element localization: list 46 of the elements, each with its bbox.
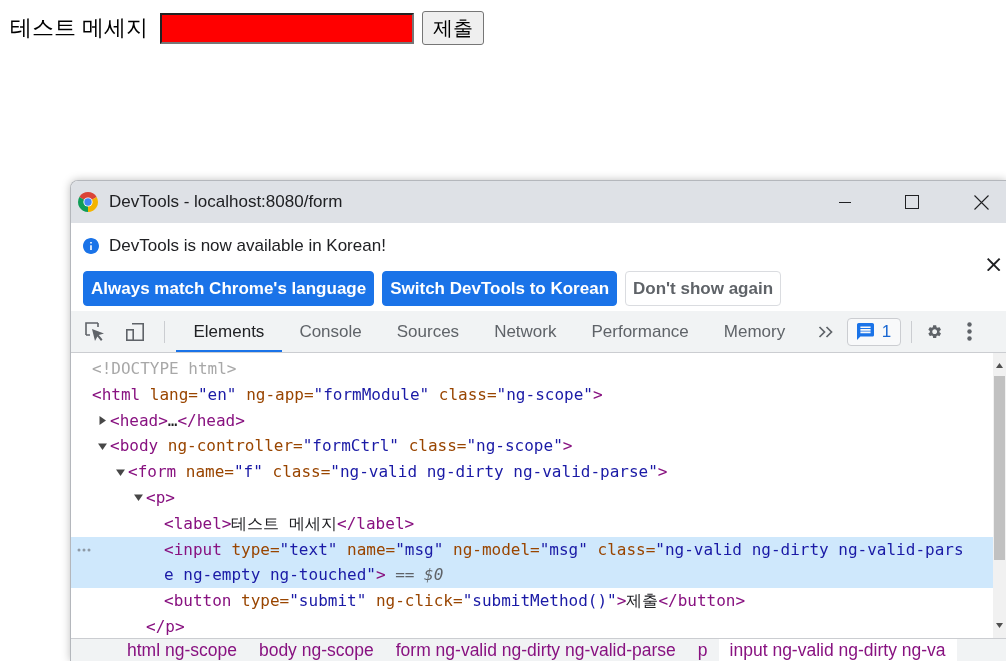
panel-tab[interactable]: Console — [281, 311, 380, 352]
panel-tab[interactable]: Elements — [176, 311, 282, 352]
device-icon — [125, 321, 145, 342]
breadcrumb[interactable]: body ng-scope — [247, 639, 385, 661]
breadcrumb[interactable]: p — [686, 639, 719, 661]
scrollbar-drawing[interactable] — [993, 353, 1006, 638]
breadcrumb[interactable]: form ng-valid ng-dirty ng-valid-parse — [384, 639, 687, 661]
dom-node[interactable]: <html lang="en" ng-app="formModule" class="ng-scope"> — [71, 381, 993, 408]
breadcrumb[interactable]: input ng-valid ng-dirty ng-va — [718, 639, 957, 661]
maximize-icon — [905, 195, 919, 209]
cursor-icon — [85, 321, 105, 342]
submit-button[interactable]: 제출 — [422, 11, 485, 45]
panel-tab[interactable]: Network — [476, 311, 574, 352]
close-icon — [987, 257, 1001, 272]
dom-node[interactable]: <body ng-controller="formCtrl" class="ng-scope"> — [71, 433, 993, 460]
menu-icon — [966, 322, 972, 341]
dom-node[interactable]: <button type="submit" ng-click="submitMethod()">제출</button> — [71, 588, 993, 614]
minimize-icon — [839, 201, 851, 203]
language-button[interactable]: Don't show again — [625, 271, 782, 306]
dom-node[interactable]: <p> — [71, 485, 993, 511]
info-icon — [83, 238, 99, 254]
collapsed-arrow-icon[interactable] — [98, 416, 107, 425]
dom-node[interactable]: <head>…</head> — [71, 407, 993, 434]
expanded-arrow-icon[interactable] — [116, 467, 125, 477]
issues-button[interactable]: 1 — [846, 317, 902, 346]
panel-tab[interactable]: Memory — [706, 311, 803, 352]
panel-tab[interactable]: Sources — [379, 311, 477, 352]
window-title: DevTools - localhost:8080/form — [109, 192, 343, 212]
close-icon — [973, 194, 989, 210]
dom-node[interactable]: <form name="f" class="ng-valid ng-dirty ng-valid-parse"> — [71, 459, 993, 485]
dom-node[interactable]: <input type="text" name="msg" ng-model="msg" class="ng-valid ng-dirty ng-valid-parse ng-empty ng-touched"> == $0 — [71, 536, 993, 589]
expanded-arrow-icon[interactable] — [98, 441, 107, 451]
app-logo-icon — [78, 192, 98, 212]
field-label: 테스트 메세지 — [10, 14, 149, 42]
double-chevron-icon — [817, 325, 834, 338]
language-button[interactable]: Always match Chrome's language — [83, 271, 375, 306]
message-input[interactable] — [160, 12, 415, 44]
closing-tag: </p> — [71, 613, 993, 638]
dom-node[interactable]: <label>테스트 메세지</label> — [71, 510, 993, 537]
settings-icon — [927, 324, 941, 339]
expanded-arrow-icon[interactable] — [134, 493, 143, 503]
info-message: DevTools is now available in Korean! — [109, 236, 386, 256]
language-button[interactable]: Switch DevTools to Korean — [382, 271, 617, 306]
panel-tab[interactable]: Performance — [574, 311, 707, 352]
chat-icon — [856, 323, 874, 340]
breadcrumb[interactable]: html ng-scope — [116, 639, 248, 661]
